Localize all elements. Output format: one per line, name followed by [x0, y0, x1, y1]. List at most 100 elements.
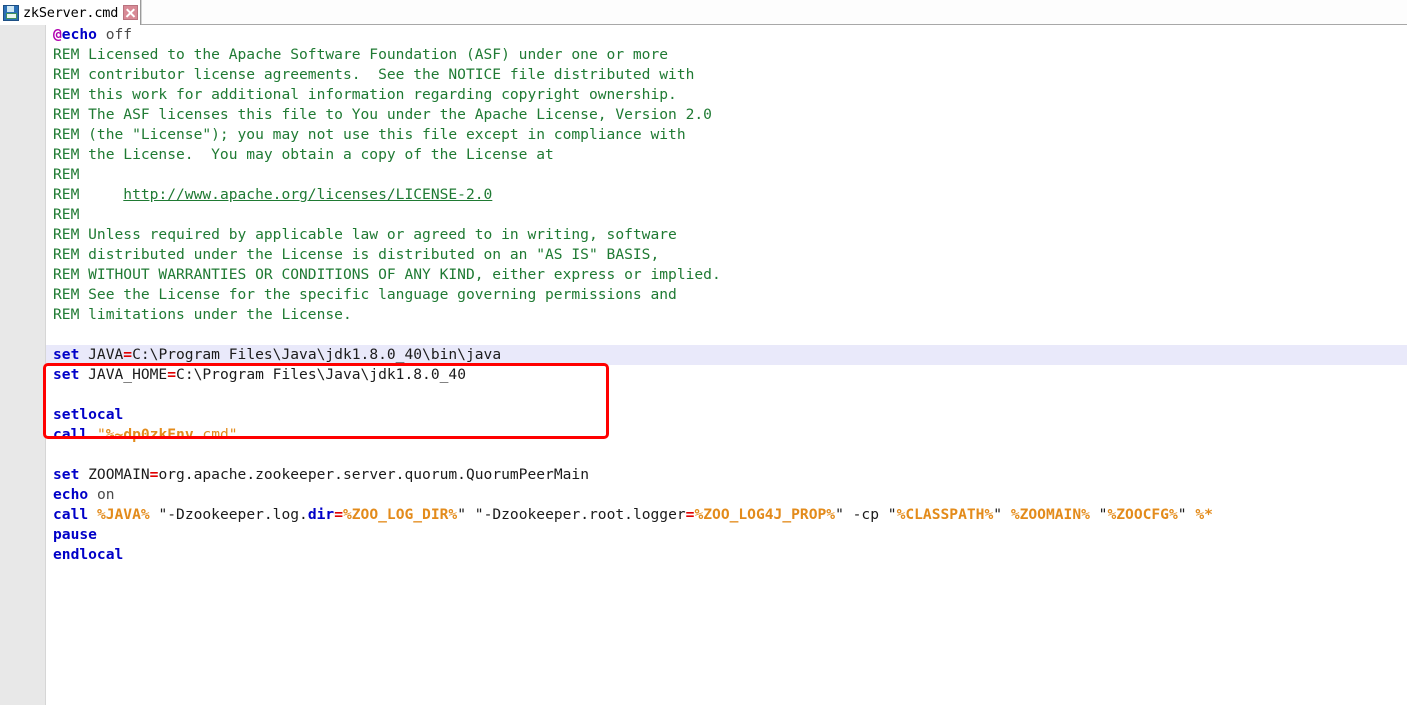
code-line[interactable]: 18set JAVA_HOME=C:\Program Files\Java\jd… — [0, 365, 1407, 385]
code-token: REM See the License for the specific lan… — [53, 286, 677, 303]
code-token: JAVA — [79, 346, 124, 363]
code-editor[interactable]: 1@echo off2REM Licensed to the Apache So… — [0, 25, 1407, 705]
code-line-text: REM The ASF licenses this file to You un… — [53, 105, 712, 125]
code-line[interactable]: 14REM See the License for the specific l… — [0, 285, 1407, 305]
code-token: " — [96, 426, 106, 443]
code-token: "-Dzookeeper.log. — [149, 506, 308, 523]
code-token: %ZOO_LOG4J_PROP% — [694, 506, 836, 523]
code-content[interactable]: 1@echo off2REM Licensed to the Apache So… — [0, 25, 1407, 705]
tab-bar: zkServer.cmd — [0, 0, 1407, 25]
code-token: C:\Program Files\Java\jdk1.8.0_40 — [176, 366, 466, 383]
code-line-text: set JAVA=C:\Program Files\Java\jdk1.8.0_… — [53, 345, 501, 365]
code-token: REM — [53, 206, 80, 223]
code-token: REM (the "License"); you may not use thi… — [53, 126, 686, 143]
code-token: = — [123, 346, 133, 363]
code-token: REM distributed under the License is dis… — [53, 246, 660, 263]
code-token: setlocal — [53, 406, 124, 423]
code-line-text: REM Licensed to the Apache Software Foun… — [53, 45, 668, 65]
code-token: echo — [53, 486, 89, 503]
code-line[interactable]: 3REM contributor license agreements. See… — [0, 65, 1407, 85]
code-token: .cmd" — [193, 426, 238, 443]
code-line[interactable]: 6REM (the "License"); you may not use th… — [0, 125, 1407, 145]
code-token: %CLASSPATH% — [896, 506, 994, 523]
code-token: set — [53, 366, 80, 383]
code-line[interactable]: 21call "%~dp0zkEnv.cmd" — [0, 425, 1407, 445]
code-line[interactable]: 22 — [0, 445, 1407, 465]
code-line[interactable]: 19 — [0, 385, 1407, 405]
code-token: REM this work for additional information… — [53, 86, 677, 103]
code-token: REM the License. You may obtain a copy o… — [53, 146, 554, 163]
code-line-text: call %JAVA% "-Dzookeeper.log.dir=%ZOO_LO… — [53, 505, 1213, 525]
code-token: %ZOOMAIN% — [1010, 506, 1090, 523]
code-line[interactable]: 10REM — [0, 205, 1407, 225]
code-line[interactable]: 27endlocal — [0, 545, 1407, 565]
code-token: C:\Program Files\Java\jdk1.8.0_40\bin\ja… — [132, 346, 502, 363]
code-line-text: endlocal — [53, 545, 123, 565]
code-line[interactable]: 4REM this work for additional informatio… — [0, 85, 1407, 105]
code-line[interactable]: 5REM The ASF licenses this file to You u… — [0, 105, 1407, 125]
code-line[interactable]: 7REM the License. You may obtain a copy … — [0, 145, 1407, 165]
code-line[interactable]: 8REM — [0, 165, 1407, 185]
code-token: %JAVA% — [96, 506, 150, 523]
code-line-text: REM — [53, 165, 79, 185]
code-token: JAVA_HOME — [79, 366, 168, 383]
code-token: REM contributor license agreements. See … — [53, 66, 695, 83]
code-line-text: set JAVA_HOME=C:\Program Files\Java\jdk1… — [53, 365, 466, 385]
code-line-text: REM See the License for the specific lan… — [53, 285, 677, 305]
code-token: set — [53, 346, 80, 363]
code-line-text: REM limitations under the License. — [53, 305, 352, 325]
code-token: off — [96, 26, 133, 43]
code-line-text: set ZOOMAIN=org.apache.zookeeper.server.… — [53, 465, 589, 485]
tab-title: zkServer.cmd — [23, 4, 119, 21]
code-line-text: REM this work for additional information… — [53, 85, 677, 105]
code-token: = — [167, 366, 177, 383]
code-token: " -cp " — [835, 506, 897, 523]
code-token: call — [53, 506, 89, 523]
code-token: on — [88, 486, 115, 503]
code-token: pause — [53, 526, 97, 543]
code-token: REM WITHOUT WARRANTIES OR CONDITIONS OF … — [53, 266, 721, 283]
code-line[interactable]: 17set JAVA=C:\Program Files\Java\jdk1.8.… — [0, 345, 1407, 365]
code-line-text: setlocal — [53, 405, 123, 425]
code-line[interactable]: 28 — [0, 565, 1407, 585]
code-line[interactable]: 16 — [0, 325, 1407, 345]
code-line[interactable]: 15REM limitations under the License. — [0, 305, 1407, 325]
tab-zkserver-cmd[interactable]: zkServer.cmd — [0, 0, 142, 25]
code-token: echo — [61, 26, 97, 43]
code-token[interactable]: http://www.apache.org/licenses/LICENSE-2… — [123, 186, 492, 203]
code-token: REM Unless required by applicable law or… — [53, 226, 677, 243]
code-token: " — [993, 506, 1011, 523]
code-line-text: REM distributed under the License is dis… — [53, 245, 659, 265]
code-line[interactable]: 11REM Unless required by applicable law … — [0, 225, 1407, 245]
code-line-text: REM (the "License"); you may not use thi… — [53, 125, 686, 145]
code-token: call — [53, 426, 89, 443]
code-line[interactable]: 20setlocal — [0, 405, 1407, 425]
code-line[interactable]: 24echo on — [0, 485, 1407, 505]
code-line-text: @echo off — [53, 25, 132, 45]
tab-bar-empty-area — [141, 0, 1407, 24]
code-token: @ — [53, 26, 62, 43]
code-token: ZOOMAIN — [79, 466, 150, 483]
code-line-text: REM — [53, 205, 79, 225]
code-line[interactable]: 1@echo off — [0, 25, 1407, 45]
close-icon[interactable] — [123, 5, 139, 20]
code-line-text: REM contributor license agreements. See … — [53, 65, 694, 85]
line-number-gutter — [0, 25, 46, 705]
code-line[interactable]: 23set ZOOMAIN=org.apache.zookeeper.serve… — [0, 465, 1407, 485]
code-line[interactable]: 26pause — [0, 525, 1407, 545]
code-line[interactable]: 12REM distributed under the License is d… — [0, 245, 1407, 265]
code-token: " — [1177, 506, 1196, 523]
code-token: REM Licensed to the Apache Software Foun… — [53, 46, 669, 63]
code-line[interactable]: 25call %JAVA% "-Dzookeeper.log.dir=%ZOO_… — [0, 505, 1407, 525]
code-token: REM The ASF licenses this file to You un… — [53, 106, 712, 123]
code-line[interactable]: 2REM Licensed to the Apache Software Fou… — [0, 45, 1407, 65]
code-line-text: REM the License. You may obtain a copy o… — [53, 145, 554, 165]
code-line[interactable]: 9REM http://www.apache.org/licenses/LICE… — [0, 185, 1407, 205]
code-line[interactable]: 13REM WITHOUT WARRANTIES OR CONDITIONS O… — [0, 265, 1407, 285]
code-token: REM limitations under the License. — [53, 306, 352, 323]
code-token: org.apache.zookeeper.server.quorum.Quoru… — [158, 466, 589, 483]
code-token: set — [53, 466, 80, 483]
code-line-text: pause — [53, 525, 97, 545]
